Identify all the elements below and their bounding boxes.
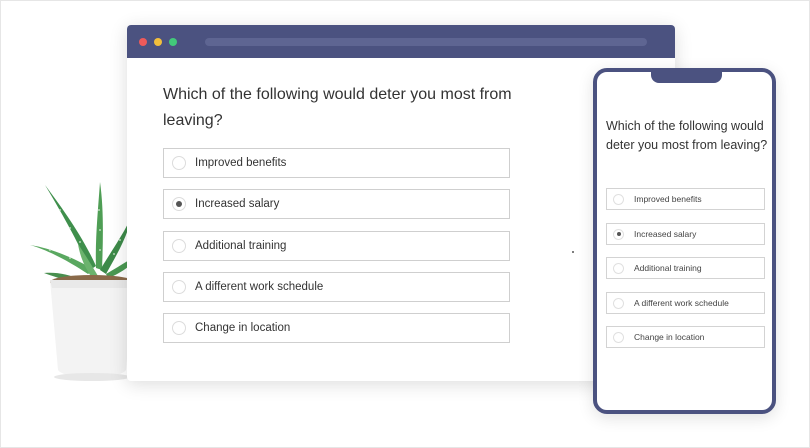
mobile-phone-frame: Which of the following would deter you m… xyxy=(593,68,776,414)
option-different-work-schedule[interactable]: A different work schedule xyxy=(163,271,510,302)
radio-button-selected-icon[interactable] xyxy=(172,197,186,212)
option-change-in-location[interactable]: Change in location xyxy=(163,313,510,344)
radio-button-icon[interactable] xyxy=(613,297,624,309)
answer-options: Improved benefits Increased salary Addit… xyxy=(163,148,510,354)
radio-button-icon[interactable] xyxy=(172,321,186,336)
survey-question: Which of the following would deter you m… xyxy=(163,86,512,129)
browser-title-bar xyxy=(127,25,675,58)
address-bar[interactable] xyxy=(205,38,647,46)
mobile-option-different-work-schedule[interactable]: A different work schedule xyxy=(606,291,765,314)
decorative-dot xyxy=(572,251,574,253)
option-label: A different work schedule xyxy=(195,280,324,293)
option-label: Additional training xyxy=(634,263,702,273)
radio-button-icon[interactable] xyxy=(613,332,624,343)
option-label: Additional training xyxy=(195,239,287,252)
option-increased-salary[interactable]: Increased salary xyxy=(163,189,510,220)
mobile-answer-options: Improved benefits Increased salary Addit… xyxy=(606,188,765,361)
option-additional-training[interactable]: Additional training xyxy=(163,230,510,261)
option-label: Improved benefits xyxy=(195,157,287,169)
phone-notch xyxy=(651,68,722,83)
mobile-option-improved-benefits[interactable]: Improved benefits xyxy=(606,188,765,210)
mobile-option-change-in-location[interactable]: Change in location xyxy=(606,326,765,348)
option-label: A different work schedule xyxy=(634,297,729,308)
option-label: Increased salary xyxy=(634,228,697,239)
radio-button-selected-icon[interactable] xyxy=(613,228,624,240)
radio-button-icon[interactable] xyxy=(613,263,624,274)
option-label: Increased salary xyxy=(195,198,280,211)
radio-button-icon[interactable] xyxy=(172,279,186,294)
mobile-option-increased-salary[interactable]: Increased salary xyxy=(606,222,765,245)
radio-button-icon[interactable] xyxy=(172,238,186,253)
option-label: Improved benefits xyxy=(634,194,702,204)
radio-button-icon[interactable] xyxy=(613,194,624,205)
mobile-option-additional-training[interactable]: Additional training xyxy=(606,257,765,279)
mobile-survey-question: Which of the following would deter you m… xyxy=(606,119,768,152)
close-dot-icon[interactable] xyxy=(139,38,147,46)
option-improved-benefits[interactable]: Improved benefits xyxy=(163,148,510,178)
radio-button-icon[interactable] xyxy=(172,156,186,170)
maximize-dot-icon[interactable] xyxy=(169,38,177,46)
minimize-dot-icon[interactable] xyxy=(154,38,162,46)
option-label: Change in location xyxy=(634,332,705,342)
option-label: Change in location xyxy=(195,322,291,335)
